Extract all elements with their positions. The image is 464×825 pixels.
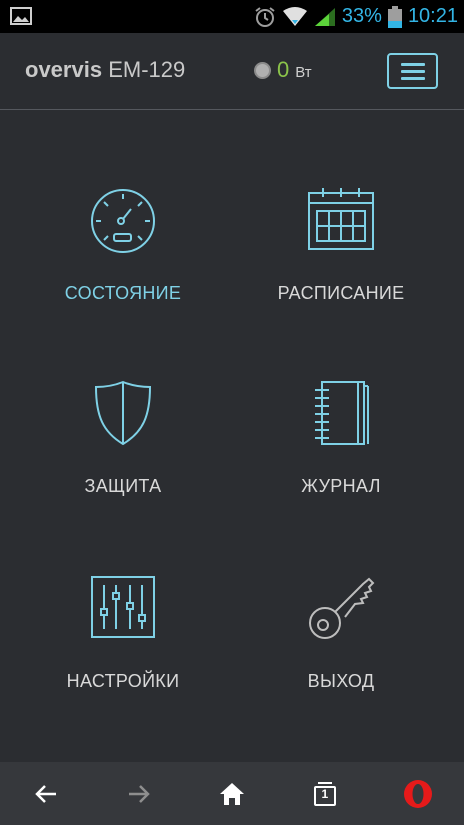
journal-icon <box>315 381 369 445</box>
tile-logout[interactable]: ВЫХОД <box>225 575 457 725</box>
brand: overvis EM-129 <box>25 57 185 83</box>
status-bar: 33% 10:21 <box>0 0 464 33</box>
tile-schedule-label: РАСПИСАНИЕ <box>277 283 405 303</box>
forward-button[interactable] <box>117 772 161 816</box>
tile-status[interactable]: СОСТОЯНИЕ <box>7 187 239 337</box>
calendar-icon <box>308 188 374 250</box>
gauge-icon <box>91 189 155 253</box>
clock: 10:21 <box>407 5 458 27</box>
home-button[interactable] <box>210 772 254 816</box>
shield-icon <box>94 380 152 446</box>
tabs-button[interactable]: 1 <box>303 772 347 816</box>
power-reading: 0 Вт <box>254 57 312 83</box>
tile-protection[interactable]: ЗАЩИТА <box>7 380 239 530</box>
wifi-icon <box>282 6 307 26</box>
tile-schedule[interactable]: РАСПИСАНИЕ <box>225 187 457 337</box>
menu-button[interactable] <box>387 53 438 89</box>
power-indicator-dot <box>254 62 271 79</box>
app-header: overvis EM-129 0 Вт <box>0 33 464 110</box>
sliders-icon <box>91 576 155 638</box>
alarm-icon <box>255 6 275 27</box>
forward-arrow-icon <box>129 784 150 803</box>
hamburger-icon <box>400 62 425 66</box>
back-arrow-icon <box>35 784 57 803</box>
power-unit: Вт <box>295 64 312 81</box>
browser-navbar: 1 <box>0 762 464 825</box>
opera-icon <box>403 779 432 808</box>
back-button[interactable] <box>24 772 68 816</box>
opera-menu-button[interactable] <box>396 772 440 816</box>
battery-icon <box>387 5 402 28</box>
power-value: 0 <box>277 57 290 82</box>
home-icon <box>219 782 244 805</box>
tile-journal[interactable]: ЖУРНАЛ <box>225 380 457 530</box>
tabs-count: 1 <box>321 786 329 801</box>
tile-status-label: СОСТОЯНИЕ <box>64 283 182 303</box>
image-icon <box>10 7 32 25</box>
battery-percent: 33% <box>341 5 382 27</box>
key-icon <box>309 577 375 639</box>
tile-settings[interactable]: НАСТРОЙКИ <box>7 575 239 725</box>
signal-icon <box>314 7 335 26</box>
tile-settings-label: НАСТРОЙКИ <box>66 671 180 691</box>
tile-logout-label: ВЫХОД <box>307 671 375 691</box>
status-icons: 33% 10:21 <box>254 0 458 33</box>
tile-protection-label: ЗАЩИТА <box>84 476 162 496</box>
brand-name: overvis <box>25 57 103 82</box>
tile-journal-label: ЖУРНАЛ <box>301 476 381 496</box>
device-model: EM-129 <box>108 57 186 82</box>
